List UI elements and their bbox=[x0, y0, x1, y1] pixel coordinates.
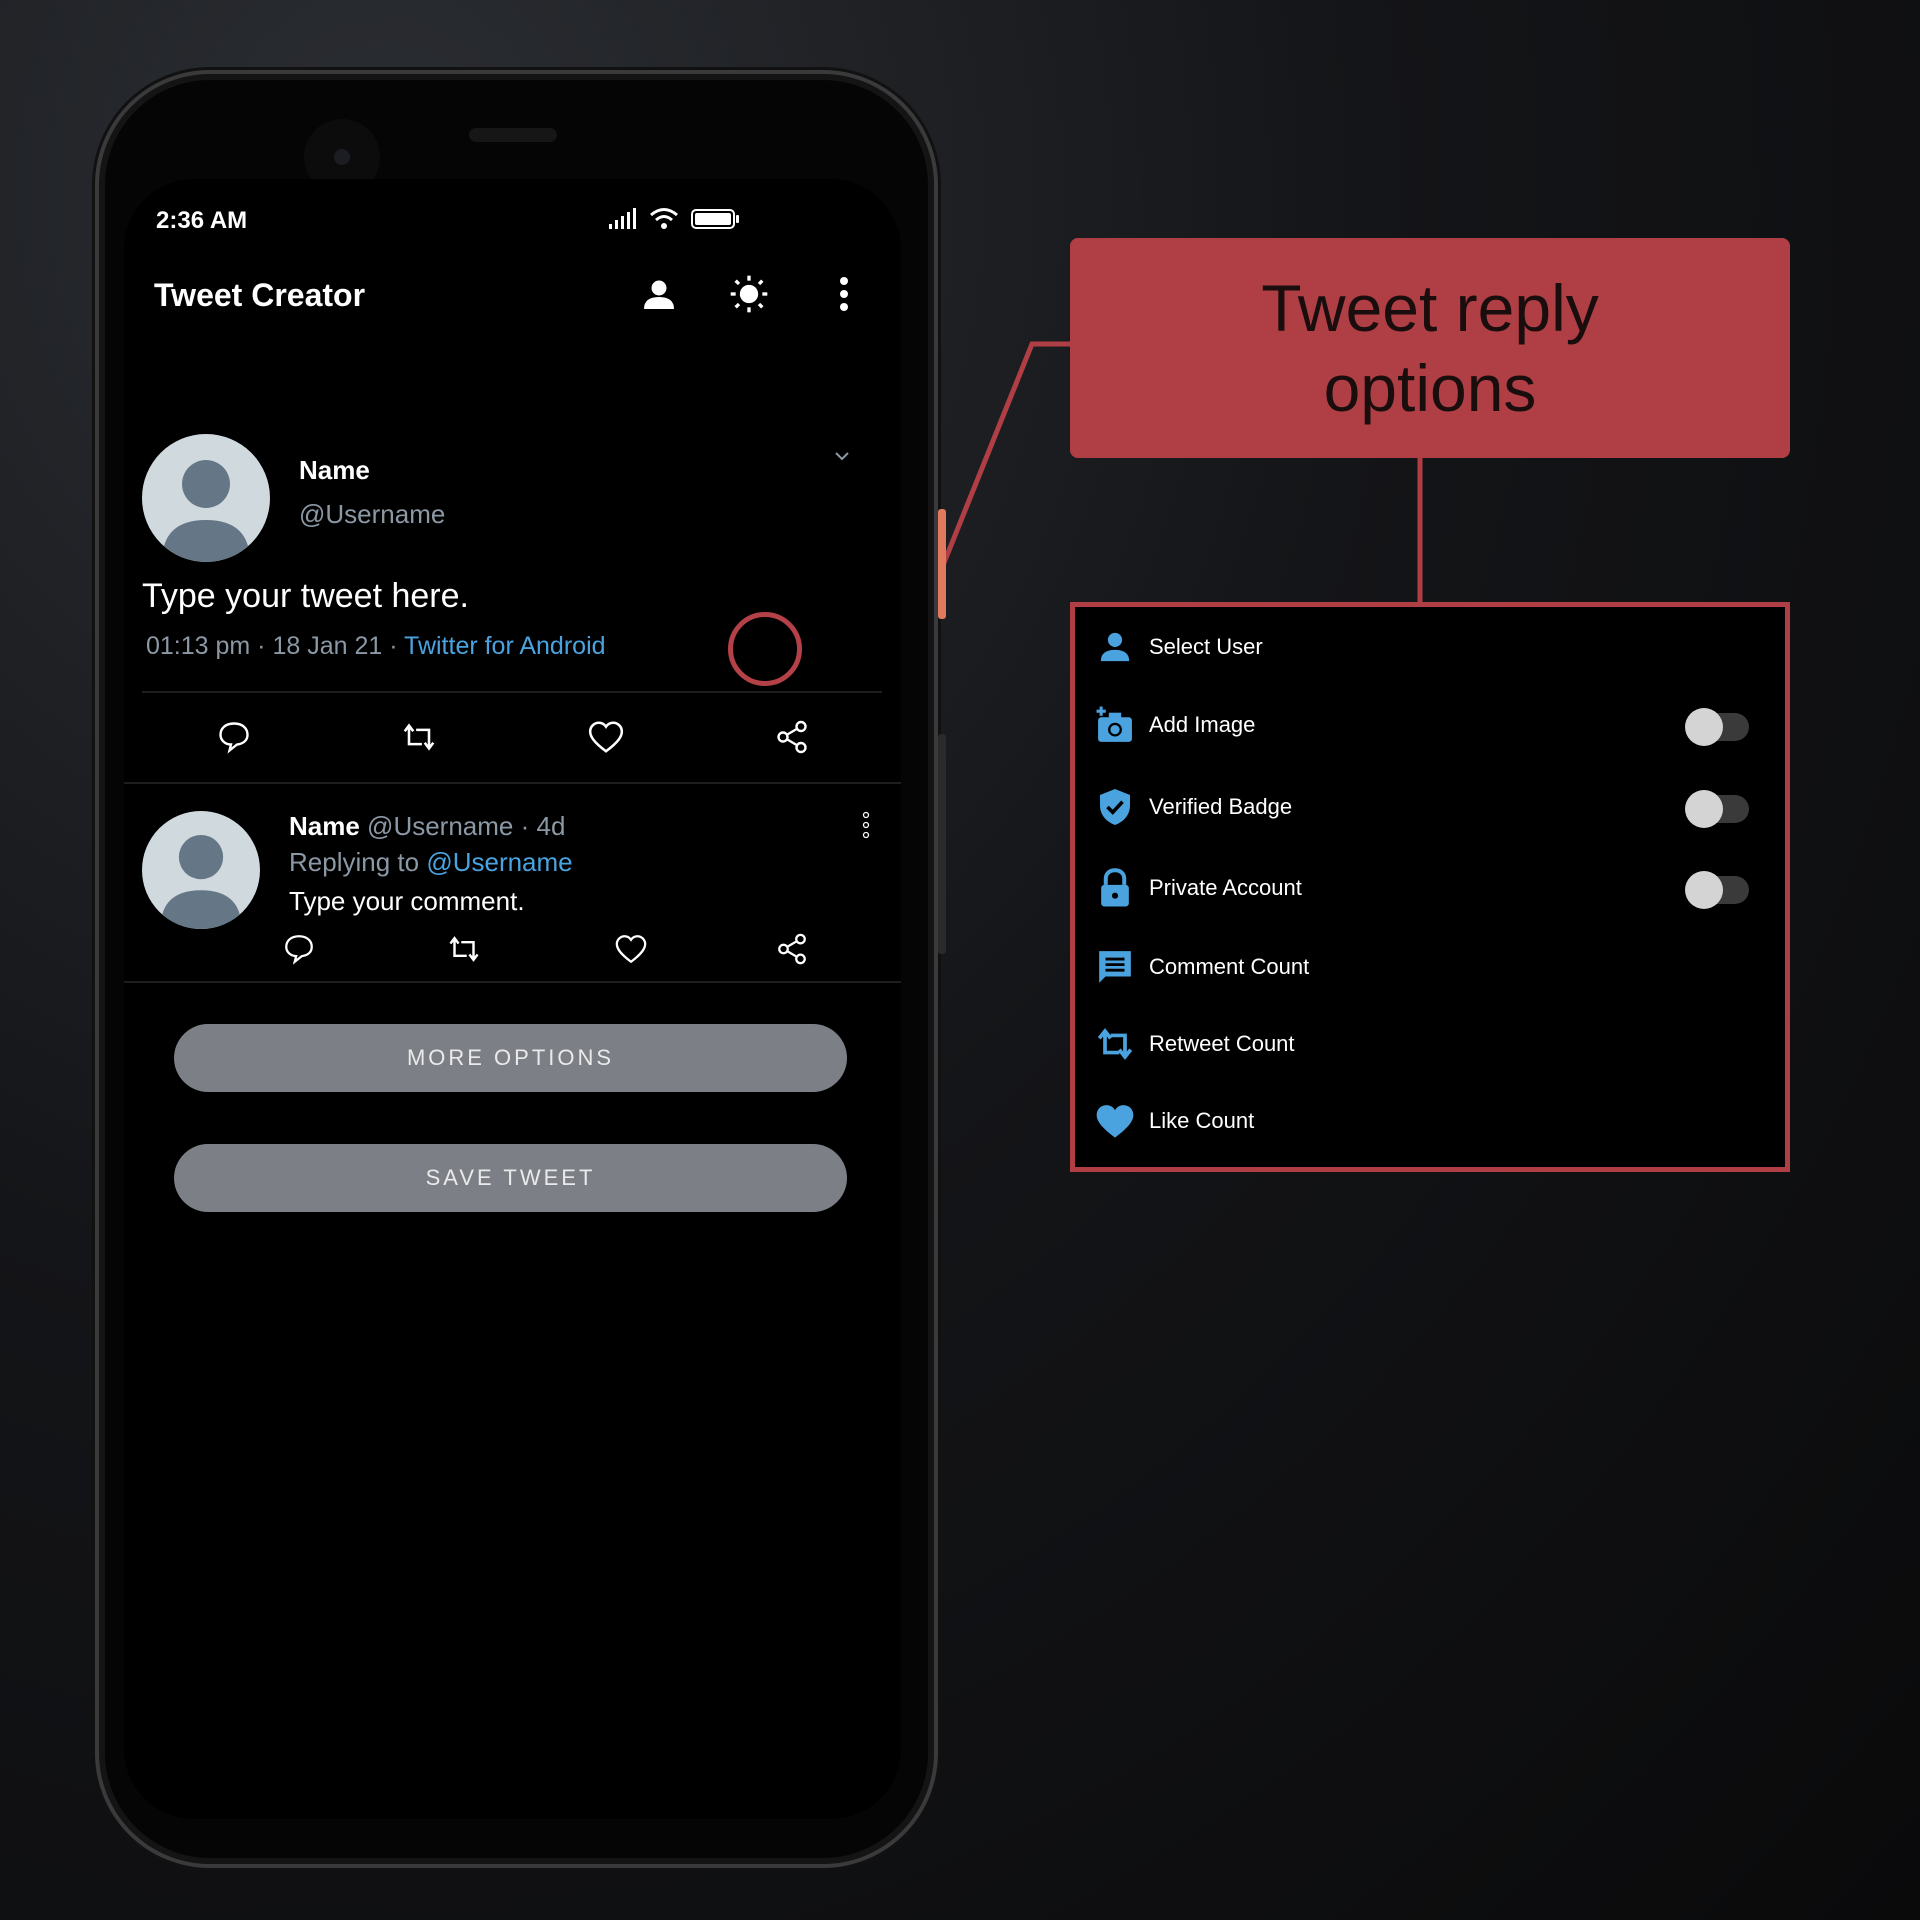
status-time: 2:36 AM bbox=[156, 207, 248, 234]
option-label: Add Image bbox=[1149, 712, 1256, 737]
reply-text[interactable]: Type your comment. bbox=[289, 886, 525, 917]
app-title: Tweet Creator bbox=[154, 277, 366, 313]
private-account-toggle[interactable] bbox=[1685, 871, 1749, 909]
option-verified-badge[interactable]: Verified Badge bbox=[1095, 787, 1292, 827]
lock-icon bbox=[1095, 868, 1135, 908]
tweet-avatar[interactable] bbox=[142, 434, 270, 562]
more-options-button[interactable]: MORE OPTIONS bbox=[174, 1024, 847, 1092]
option-like-count[interactable]: Like Count bbox=[1095, 1101, 1254, 1141]
wifi-icon bbox=[650, 208, 678, 229]
verified-shield-icon bbox=[1095, 787, 1135, 827]
status-icons bbox=[607, 207, 741, 231]
reply-more-icon[interactable] bbox=[862, 811, 870, 844]
option-comment-count[interactable]: Comment Count bbox=[1095, 947, 1309, 987]
power-button bbox=[938, 509, 946, 619]
retweet-icon[interactable] bbox=[399, 717, 439, 757]
chevron-down-icon[interactable] bbox=[834, 449, 850, 468]
reply-icon[interactable] bbox=[214, 717, 254, 757]
actions-divider bbox=[124, 782, 901, 784]
option-add-image[interactable]: Add Image bbox=[1095, 705, 1255, 745]
reply-avatar[interactable] bbox=[142, 811, 260, 929]
option-label: Private Account bbox=[1149, 875, 1302, 900]
tweet-meta: 01:13 pm · 18 Jan 21 · Twitter for Andro… bbox=[146, 632, 606, 661]
tweet-username: @Username bbox=[299, 499, 446, 529]
person-icon bbox=[1095, 627, 1135, 667]
reply-like-icon[interactable] bbox=[611, 929, 651, 969]
reply-reply-icon[interactable] bbox=[279, 929, 319, 969]
callout-title: Tweet reply options bbox=[1070, 238, 1790, 458]
add-image-toggle[interactable] bbox=[1685, 708, 1749, 746]
option-label: Comment Count bbox=[1149, 954, 1310, 979]
volume-button bbox=[938, 734, 946, 954]
replying-user[interactable]: @Username bbox=[426, 847, 572, 877]
like-icon[interactable] bbox=[586, 717, 626, 757]
tweet-source[interactable]: Twitter for Android bbox=[404, 632, 605, 660]
option-retweet-count[interactable]: Retweet Count bbox=[1095, 1024, 1295, 1064]
callout-line-2: options bbox=[1323, 351, 1537, 425]
earpiece-speaker bbox=[469, 128, 557, 142]
comment-icon bbox=[1095, 947, 1135, 987]
option-label: Select User bbox=[1149, 634, 1263, 659]
option-label: Retweet Count bbox=[1149, 1031, 1295, 1056]
replying-prefix: Replying to bbox=[289, 847, 427, 877]
reply-name: Name bbox=[289, 811, 360, 841]
verified-badge-toggle[interactable] bbox=[1685, 790, 1749, 828]
tweet-name: Name bbox=[299, 455, 370, 485]
tweet-text[interactable]: Type your tweet here. bbox=[142, 577, 469, 616]
replying-to: Replying to @Username bbox=[289, 847, 573, 878]
reply-retweet-icon[interactable] bbox=[444, 929, 484, 969]
person-icon[interactable] bbox=[639, 274, 679, 314]
signal-icon bbox=[609, 208, 636, 229]
reply-divider bbox=[124, 981, 901, 983]
brightness-icon[interactable] bbox=[729, 274, 769, 314]
option-private-account[interactable]: Private Account bbox=[1095, 868, 1302, 908]
phone-screen: 2:36 AM Tweet Creator Name @Username Typ… bbox=[124, 179, 901, 1819]
tweet-timestamp: 01:13 pm · 18 Jan 21 · bbox=[146, 632, 405, 660]
retweet-icon bbox=[1095, 1024, 1135, 1064]
option-label: Verified Badge bbox=[1149, 794, 1293, 819]
callout-line-1: Tweet reply bbox=[1261, 271, 1599, 345]
save-tweet-button[interactable]: SAVE TWEET bbox=[174, 1144, 847, 1212]
add-photo-icon bbox=[1095, 705, 1135, 745]
reply-meta: @Username · 4d bbox=[359, 811, 566, 841]
more-vert-icon[interactable] bbox=[824, 274, 864, 314]
reply-header: Name @Username · 4d bbox=[289, 811, 565, 842]
option-select-user[interactable]: Select User bbox=[1095, 627, 1263, 667]
phone-frame: 2:36 AM Tweet Creator Name @Username Typ… bbox=[95, 70, 946, 1868]
highlight-circle bbox=[728, 612, 802, 686]
reply-share-icon[interactable] bbox=[772, 929, 812, 969]
share-icon[interactable] bbox=[772, 717, 812, 757]
reply-options-panel: Select User Add Image Verified Badge Pri… bbox=[1070, 602, 1790, 1172]
option-label: Like Count bbox=[1149, 1108, 1255, 1133]
tweet-divider bbox=[142, 691, 882, 693]
heart-icon bbox=[1095, 1101, 1135, 1141]
battery-icon bbox=[691, 209, 739, 229]
